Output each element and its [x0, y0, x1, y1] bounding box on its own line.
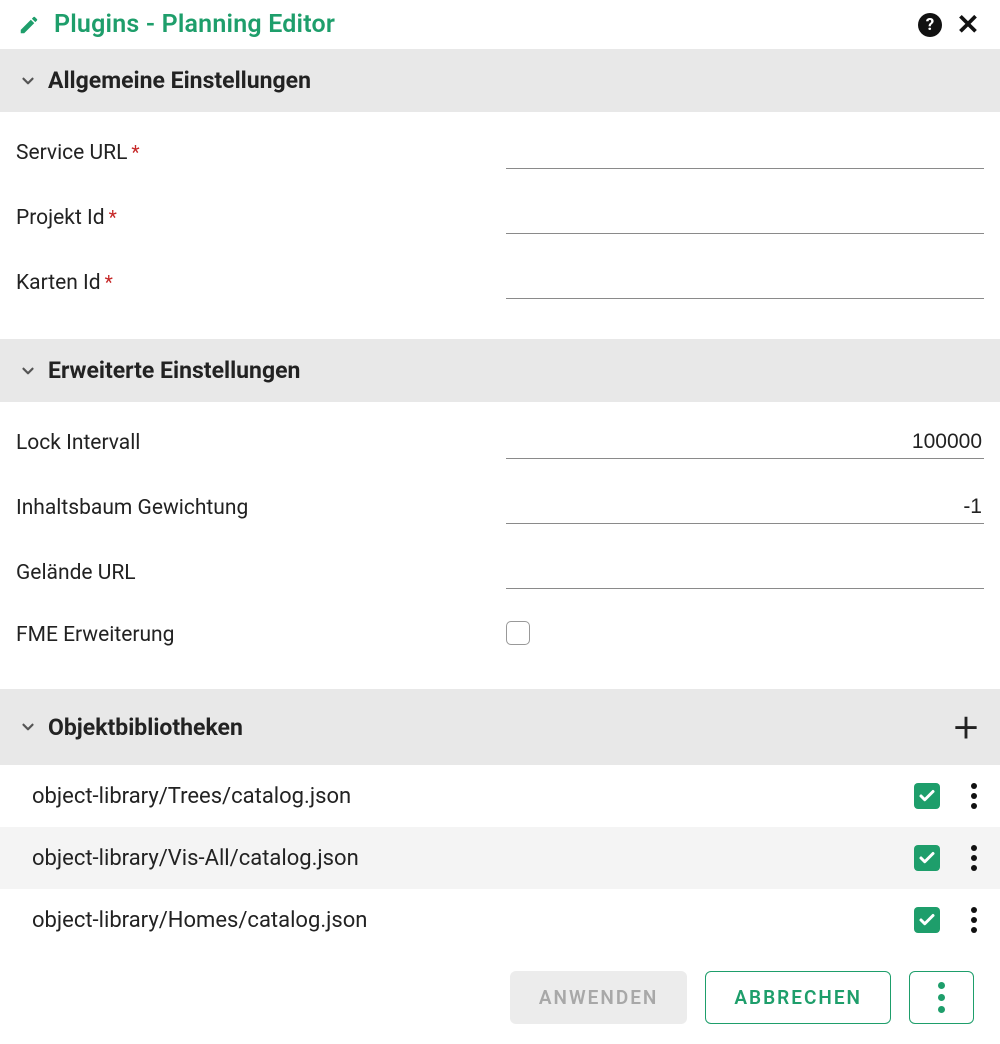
list-item: object-library/Homes/catalog.json [0, 889, 1000, 951]
check-icon [918, 787, 936, 805]
library-menu-button[interactable] [964, 783, 984, 809]
close-button[interactable]: ✕ [954, 11, 982, 39]
section-general-header[interactable]: Allgemeine Einstellungen [0, 49, 1000, 112]
field-tree-weight: Inhaltsbaum Gewichtung [16, 475, 984, 540]
close-icon: ✕ [956, 11, 979, 39]
edit-icon [18, 14, 40, 36]
library-enabled-checkbox[interactable] [914, 845, 940, 871]
help-button[interactable]: ? [916, 11, 944, 39]
fme-checkbox[interactable] [506, 621, 530, 645]
more-actions-button[interactable] [909, 971, 974, 1024]
chevron-down-icon [16, 715, 40, 739]
field-label: Gelände URL [16, 561, 506, 585]
list-item: object-library/Vis-All/catalog.json [0, 827, 1000, 889]
field-project-id: Projekt Id* [16, 185, 984, 250]
dialog-footer: ANWENDEN ABBRECHEN [0, 957, 1000, 1044]
map-id-input[interactable] [506, 266, 984, 299]
field-label: Inhaltsbaum Gewichtung [16, 496, 506, 520]
library-menu-button[interactable] [964, 845, 984, 871]
dialog-title: Plugins - Planning Editor [54, 10, 906, 39]
library-path: object-library/Trees/catalog.json [32, 784, 914, 809]
help-icon: ? [918, 13, 942, 37]
add-library-button[interactable]: ＋ [948, 707, 984, 747]
service-url-input[interactable] [506, 136, 984, 169]
section-advanced-body: Lock Intervall Inhaltsbaum Gewichtung Ge… [0, 402, 1000, 689]
field-label: Karten Id* [16, 271, 506, 295]
kebab-icon [938, 982, 945, 989]
section-libraries-header[interactable]: Objektbibliotheken ＋ [0, 689, 1000, 765]
field-fme: FME Erweiterung [16, 605, 984, 665]
field-label: Projekt Id* [16, 206, 506, 230]
chevron-down-icon [16, 69, 40, 93]
library-enabled-checkbox[interactable] [914, 783, 940, 809]
library-path: object-library/Vis-All/catalog.json [32, 846, 914, 871]
library-enabled-checkbox[interactable] [914, 907, 940, 933]
field-label: FME Erweiterung [16, 623, 506, 647]
lock-interval-input[interactable] [506, 426, 984, 459]
field-label: Lock Intervall [16, 431, 506, 455]
check-icon [918, 911, 936, 929]
apply-button: ANWENDEN [510, 971, 688, 1024]
library-path: object-library/Homes/catalog.json [32, 908, 914, 933]
field-terrain-url: Gelände URL [16, 540, 984, 605]
tree-weight-input[interactable] [506, 491, 984, 524]
dialog-header: Plugins - Planning Editor ? ✕ [0, 0, 1000, 49]
section-general-title: Allgemeine Einstellungen [48, 67, 984, 94]
field-label: Service URL* [16, 141, 506, 165]
check-icon [918, 849, 936, 867]
section-advanced-header[interactable]: Erweiterte Einstellungen [0, 339, 1000, 402]
section-advanced-title: Erweiterte Einstellungen [48, 357, 984, 384]
field-service-url: Service URL* [16, 120, 984, 185]
section-libraries-title: Objektbibliotheken [48, 714, 948, 741]
library-menu-button[interactable] [964, 907, 984, 933]
section-general-body: Service URL* Projekt Id* Karten Id* [0, 112, 1000, 339]
field-lock-interval: Lock Intervall [16, 410, 984, 475]
terrain-url-input[interactable] [506, 556, 984, 589]
list-item: object-library/Trees/catalog.json [0, 765, 1000, 827]
chevron-down-icon [16, 359, 40, 383]
field-map-id: Karten Id* [16, 250, 984, 315]
project-id-input[interactable] [506, 201, 984, 234]
cancel-button[interactable]: ABBRECHEN [705, 971, 891, 1024]
